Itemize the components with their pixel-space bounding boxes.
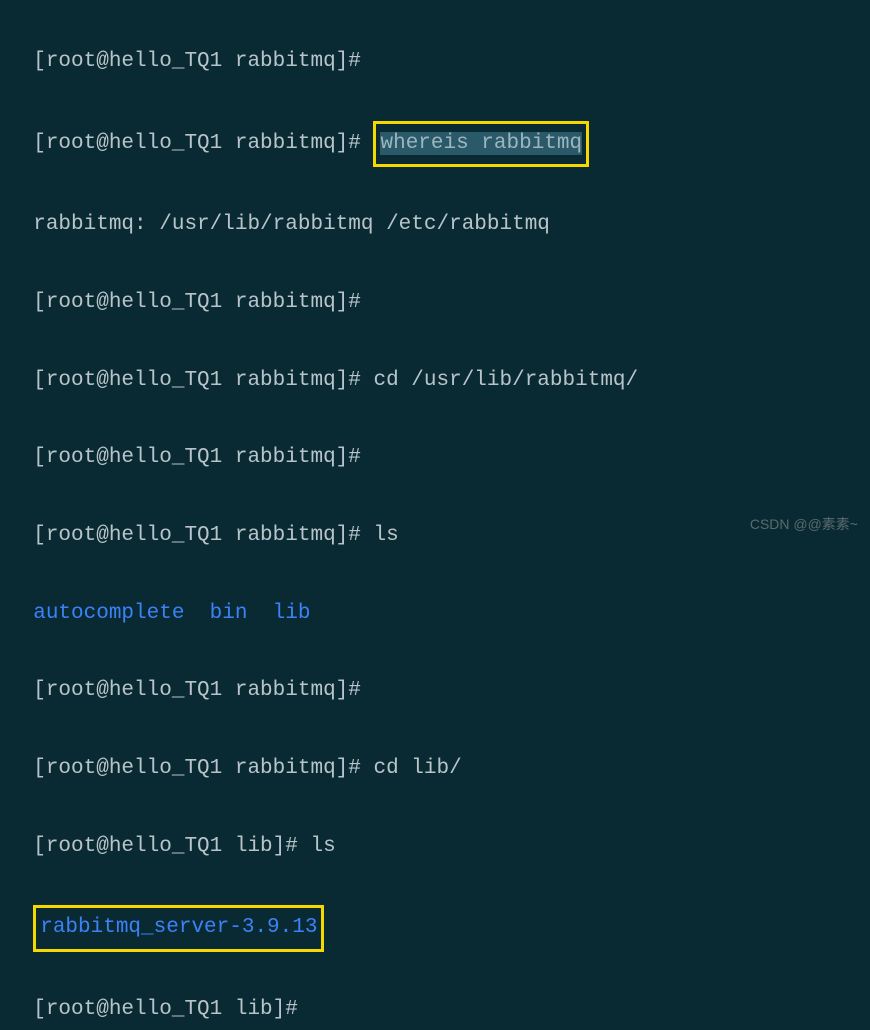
prompt: [root@hello_TQ1 rabbitmq]# bbox=[33, 679, 361, 702]
prompt: [root@hello_TQ1 lib]# bbox=[33, 835, 310, 858]
prompt: [root@hello_TQ1 rabbitmq]# bbox=[33, 446, 361, 469]
terminal-line-6: [root@hello_TQ1 rabbitmq]# bbox=[8, 400, 862, 478]
prompt: [root@hello_TQ1 rabbitmq]# bbox=[33, 291, 361, 314]
server-directory: rabbitmq_server-3.9.13 bbox=[40, 916, 317, 939]
terminal-line-10: [root@hello_TQ1 rabbitmq]# cd lib/ bbox=[8, 711, 862, 789]
terminal-line-2: [root@hello_TQ1 rabbitmq]# whereis rabbi… bbox=[8, 82, 862, 168]
prompt: [root@hello_TQ1 rabbitmq]# bbox=[33, 50, 361, 73]
terminal-line-11: [root@hello_TQ1 lib]# ls bbox=[8, 789, 862, 867]
ls-command: ls bbox=[373, 524, 398, 547]
cd-command: cd lib/ bbox=[373, 757, 461, 780]
terminal-line-3: rabbitmq: /usr/lib/rabbitmq /etc/rabbitm… bbox=[8, 167, 862, 245]
watermark: CSDN @@素素~ bbox=[750, 512, 858, 538]
terminal-line-7: [root@hello_TQ1 rabbitmq]# ls bbox=[8, 478, 862, 556]
terminal-line-5: [root@hello_TQ1 rabbitmq]# cd /usr/lib/r… bbox=[8, 323, 862, 401]
selected-command: whereis rabbitmq bbox=[380, 132, 582, 155]
whereis-output: rabbitmq: /usr/lib/rabbitmq /etc/rabbitm… bbox=[33, 213, 550, 236]
terminal-line-12: rabbitmq_server-3.9.13 bbox=[8, 867, 862, 953]
terminal-line-13: [root@hello_TQ1 lib]# bbox=[8, 952, 862, 1030]
prompt: [root@hello_TQ1 lib]# bbox=[33, 998, 298, 1021]
prompt: [root@hello_TQ1 rabbitmq]# bbox=[33, 524, 373, 547]
terminal-line-8: autocomplete bin lib bbox=[8, 556, 862, 634]
ls-command: ls bbox=[310, 835, 335, 858]
prompt: [root@hello_TQ1 rabbitmq]# bbox=[33, 132, 373, 155]
highlight-server: rabbitmq_server-3.9.13 bbox=[33, 905, 324, 952]
cd-command: cd /usr/lib/rabbitmq/ bbox=[373, 369, 638, 392]
terminal-line-4: [root@hello_TQ1 rabbitmq]# bbox=[8, 245, 862, 323]
terminal-line-9: [root@hello_TQ1 rabbitmq]# bbox=[8, 634, 862, 712]
directory-listing: autocomplete bin lib bbox=[33, 602, 310, 625]
terminal-line-1: [root@hello_TQ1 rabbitmq]# bbox=[8, 4, 862, 82]
highlight-whereis: whereis rabbitmq bbox=[373, 121, 589, 168]
prompt: [root@hello_TQ1 rabbitmq]# bbox=[33, 757, 373, 780]
prompt: [root@hello_TQ1 rabbitmq]# bbox=[33, 369, 373, 392]
